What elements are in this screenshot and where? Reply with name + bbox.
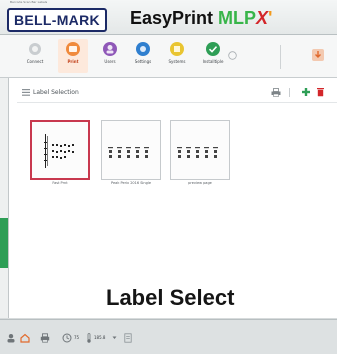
app-title-x: X [256, 8, 269, 28]
list-icon [22, 89, 30, 96]
print-label-icon[interactable] [271, 88, 281, 97]
rate-value: 185.8 [94, 335, 106, 340]
toolbar-users-button[interactable]: Users [95, 39, 125, 73]
app-banner: Barcode Scan Bar Labels BELL-MARK EasyPr… [0, 0, 337, 35]
panel-header: Label Selection [9, 86, 337, 100]
app-title: EasyPrint MLPX' [130, 7, 272, 29]
link-icon [29, 43, 41, 55]
toolbar-systems-button[interactable]: Systems [162, 39, 192, 73]
toolbar-users-label: Users [104, 59, 116, 64]
toolbar-print-button[interactable]: Print [58, 39, 88, 73]
thermometer-icon [87, 333, 91, 343]
toolbar-print-label: Print [67, 59, 79, 64]
label-tile-name: Peak Perix 2016 Single [111, 181, 151, 185]
corner-tabs-text: Barcode Scan Bar Labels [10, 0, 48, 4]
barcode-preview-graphic [44, 134, 74, 168]
toolbar-connect-button[interactable]: Connect [20, 39, 50, 73]
app-title-accent: MLP [218, 8, 257, 28]
screen-caption: Label Select [106, 285, 235, 310]
toolbar-installtiple-label: Installtiple [202, 59, 224, 64]
label-tile[interactable]: preview page [170, 120, 230, 198]
toolbar-settings-label: Settings [134, 59, 152, 64]
main-toolbar: Connect Print Users Settings Systems Ins… [0, 35, 337, 78]
clock-icon [62, 333, 72, 343]
label-thumbnail [170, 120, 230, 180]
chevron-down-icon[interactable] [112, 333, 117, 343]
barcode-preview-graphic [108, 147, 149, 158]
users-icon [103, 42, 117, 56]
adjacent-window-green-block [0, 218, 8, 268]
help-icon[interactable] [228, 51, 237, 60]
temperature-value: 75 [74, 335, 80, 340]
printer-icon [66, 42, 80, 56]
delete-label-icon[interactable] [316, 87, 325, 97]
app-title-main: EasyPrint [130, 8, 219, 28]
status-bar: 75 185.8 [0, 319, 337, 354]
toolbar-settings-button[interactable]: Settings [128, 39, 158, 73]
gear-icon [136, 42, 150, 56]
toolbar-installtiple-button[interactable]: Installtiple [198, 39, 228, 73]
label-thumbnail [101, 120, 161, 180]
printer-status-icon[interactable] [40, 333, 50, 343]
label-tile-name: Fast Prnt [52, 181, 68, 185]
label-tile-name: preview page [188, 181, 212, 185]
home-icon[interactable] [20, 333, 30, 343]
label-thumbnail [30, 120, 90, 180]
download-icon[interactable] [312, 49, 324, 61]
label-tile[interactable]: Peak Perix 2016 Single [101, 120, 161, 198]
bellmark-logo: BELL-MARK [7, 8, 107, 32]
panel-header-rule [17, 102, 337, 103]
adjacent-window-strip [0, 78, 9, 318]
globe-check-icon [206, 42, 220, 56]
label-tile[interactable]: Fast Prnt [30, 120, 90, 198]
barcode-preview-graphic [177, 147, 218, 158]
toolbar-systems-label: Systems [168, 59, 186, 64]
document-icon[interactable] [124, 333, 132, 343]
panel-title: Label Selection [33, 89, 79, 96]
add-label-icon[interactable] [301, 87, 311, 97]
systems-icon [170, 42, 184, 56]
toolbar-divider [280, 45, 281, 69]
toolbar-connect-label: Connect [26, 59, 44, 64]
app-title-tick: ' [268, 8, 273, 28]
user-status-icon[interactable] [6, 333, 16, 343]
header-separator [289, 88, 290, 97]
